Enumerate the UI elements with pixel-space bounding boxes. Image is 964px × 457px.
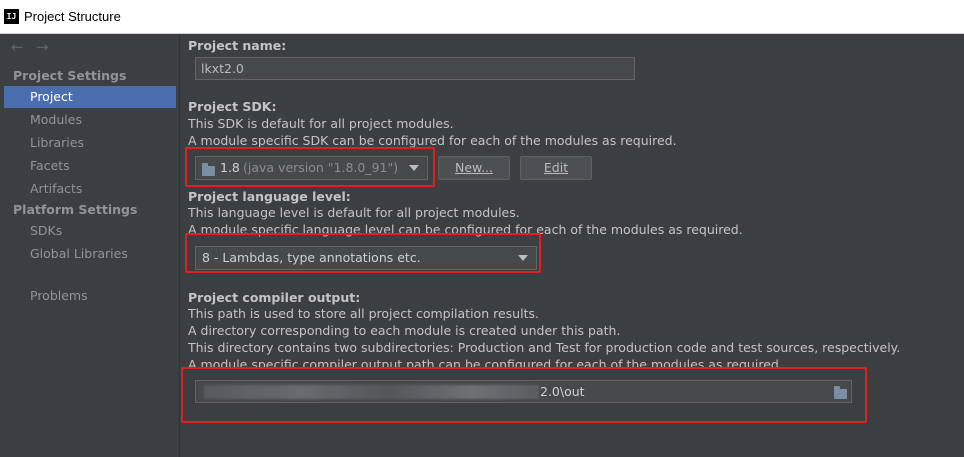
compiler-output-path-text: 2.0\out bbox=[540, 384, 585, 399]
compiler-output-description-2: A directory corresponding to each module… bbox=[188, 323, 621, 338]
sidebar-item-facets[interactable]: Facets bbox=[4, 155, 176, 177]
folder-icon[interactable] bbox=[834, 386, 847, 399]
sidebar-item-libraries[interactable]: Libraries bbox=[4, 132, 176, 154]
window-title: Project Structure bbox=[24, 9, 121, 24]
language-level-selected-value: 8 - Lambdas, type annotations etc. bbox=[202, 250, 421, 265]
new-sdk-button[interactable]: New... bbox=[438, 156, 510, 180]
sidebar-item-problems[interactable]: Problems bbox=[4, 285, 176, 307]
project-sdk-label: Project SDK: bbox=[188, 99, 277, 114]
forward-arrow-icon[interactable]: → bbox=[36, 38, 49, 56]
settings-sidebar: ← → Project Settings Project Modules Lib… bbox=[0, 34, 180, 457]
intellij-app-icon: IJ bbox=[4, 9, 19, 24]
sidebar-item-project[interactable]: Project bbox=[4, 86, 176, 108]
project-sdk-description-1: This SDK is default for all project modu… bbox=[188, 116, 454, 131]
platform-settings-heading: Platform Settings bbox=[13, 202, 138, 217]
project-sdk-description-2: A module specific SDK can be configured … bbox=[188, 133, 677, 148]
compiler-output-label: Project compiler output: bbox=[188, 290, 361, 305]
project-settings-panel: Project name: lkxt2.0 Project SDK: This … bbox=[181, 34, 964, 457]
sidebar-item-modules[interactable]: Modules bbox=[4, 109, 176, 131]
back-arrow-icon[interactable]: ← bbox=[11, 38, 24, 56]
project-name-label: Project name: bbox=[188, 38, 287, 53]
language-level-label: Project language level: bbox=[188, 189, 351, 204]
title-bar: IJ Project Structure bbox=[0, 0, 964, 34]
compiler-output-path-input[interactable]: 2.0\out bbox=[195, 380, 852, 403]
sidebar-item-sdks[interactable]: SDKs bbox=[4, 220, 176, 242]
project-sdk-dropdown[interactable]: 1.8 (java version "1.8.0_91") bbox=[195, 156, 428, 180]
language-level-description-2: A module specific language level can be … bbox=[188, 222, 743, 237]
edit-sdk-button[interactable]: Edit bbox=[520, 156, 592, 180]
language-level-description-1: This language level is default for all p… bbox=[188, 205, 520, 220]
chevron-down-icon bbox=[518, 255, 528, 261]
project-settings-heading: Project Settings bbox=[13, 68, 127, 83]
project-name-input[interactable]: lkxt2.0 bbox=[195, 57, 635, 80]
compiler-output-description-1: This path is used to store all project c… bbox=[188, 306, 539, 321]
language-level-dropdown[interactable]: 8 - Lambdas, type annotations etc. bbox=[195, 246, 537, 270]
sdk-selected-value: 1.8 bbox=[220, 160, 240, 175]
sidebar-item-artifacts[interactable]: Artifacts bbox=[4, 178, 176, 200]
compiler-output-description-4: A module specific compiler output path c… bbox=[188, 357, 783, 367]
compiler-output-description-3: This directory contains two subdirectori… bbox=[188, 340, 901, 355]
sdk-folder-icon bbox=[202, 163, 215, 176]
chevron-down-icon bbox=[409, 165, 419, 171]
sdk-selected-detail: (java version "1.8.0_91") bbox=[243, 160, 399, 175]
blurred-path-segment bbox=[204, 385, 539, 399]
sidebar-item-global-libraries[interactable]: Global Libraries bbox=[4, 243, 176, 265]
